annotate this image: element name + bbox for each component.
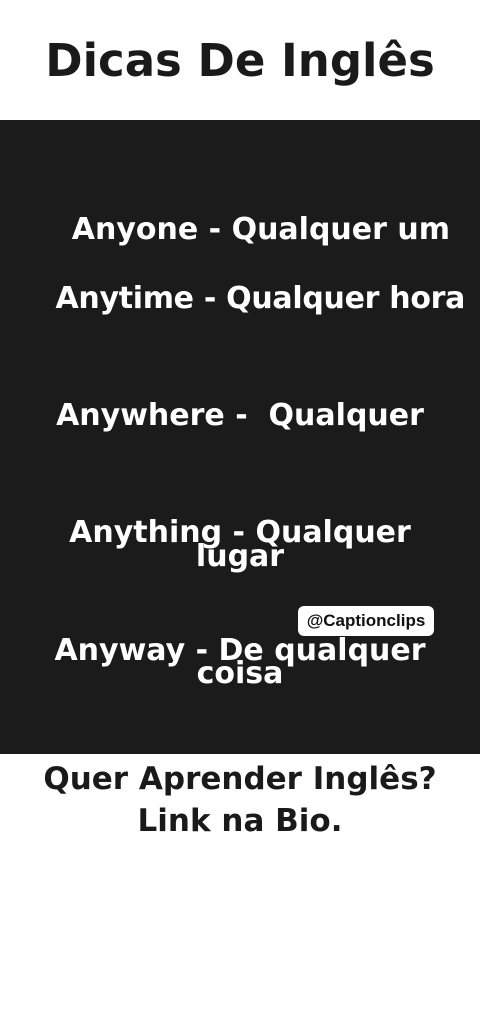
watermark-handle: @Captionclips bbox=[298, 606, 434, 636]
header: Dicas De Inglês bbox=[0, 0, 480, 120]
footer-call-to-action: Quer Aprender Inglês? Link na Bio. bbox=[0, 754, 480, 854]
tip-text-continued: pessoa bbox=[180, 891, 300, 926]
tips-panel: Anyone - Qualquer um Anytime - Qualquer … bbox=[0, 120, 480, 926]
page-title: Dicas De Inglês bbox=[45, 33, 435, 87]
footer-link-text: Link na Bio. bbox=[137, 803, 343, 839]
footer-question: Quer Aprender Inglês? bbox=[43, 761, 437, 797]
